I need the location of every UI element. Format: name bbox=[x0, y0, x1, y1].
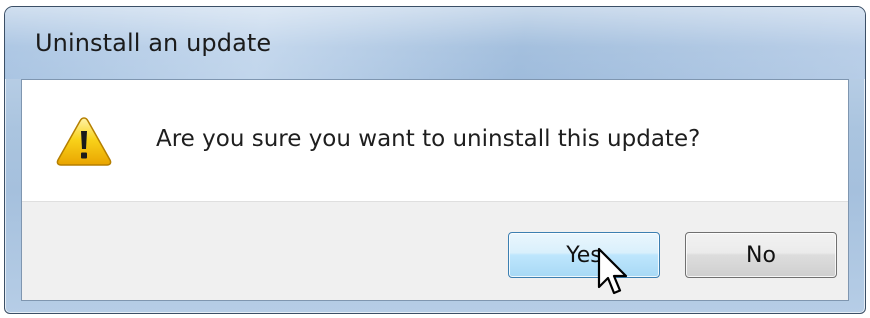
title-bar[interactable]: Uninstall an update bbox=[5, 7, 865, 79]
warning-icon bbox=[56, 117, 112, 166]
confirmation-message: Are you sure you want to uninstall this … bbox=[156, 126, 701, 152]
dialog-window: Uninstall an update Are you sure you wan… bbox=[4, 6, 866, 314]
mouse-pointer-icon bbox=[597, 247, 628, 295]
dialog-client-area: Are you sure you want to uninstall this … bbox=[21, 79, 849, 301]
dialog-content: Are you sure you want to uninstall this … bbox=[22, 80, 848, 201]
yes-button[interactable]: Yes bbox=[508, 232, 660, 278]
no-button-label: No bbox=[746, 242, 776, 268]
no-button[interactable]: No bbox=[685, 232, 837, 278]
window-title: Uninstall an update bbox=[35, 29, 272, 57]
dialog-button-bar: Yes No bbox=[22, 201, 848, 300]
